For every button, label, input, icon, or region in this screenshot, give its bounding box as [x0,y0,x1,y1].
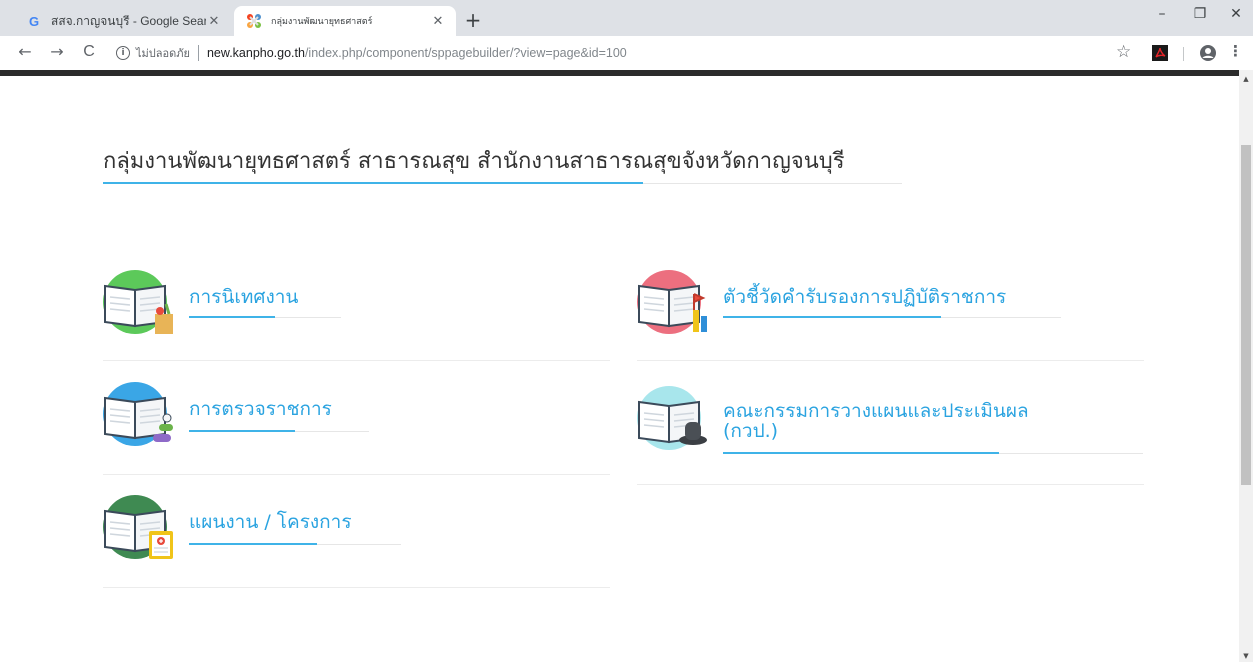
scroll-down-icon[interactable]: ▼ [1239,650,1253,662]
item-label[interactable]: การนิเทศงาน [189,286,298,308]
forward-button[interactable]: → [46,41,68,63]
profile-icon[interactable] [1199,44,1217,62]
book-groceries-icon [103,270,173,334]
new-tab-button[interactable]: + [460,8,486,34]
tab-close-icon[interactable]: ✕ [206,14,222,29]
close-window-button[interactable]: ✕ [1224,6,1248,30]
address-bar[interactable]: i ไม่ปลอดภัย new.kanpho.go.th/index.php/… [102,39,1147,67]
row-divider [103,587,610,588]
item-label[interactable]: การตรวจราชการ [189,398,332,420]
item-divider-accent [189,543,317,545]
item-label-line1[interactable]: คณะกรรมการวางแผนและประเมินผล [723,400,1029,422]
scroll-up-icon[interactable]: ▲ [1239,72,1253,86]
item-divider-accent [189,316,275,318]
tab-strip: G สสจ.กาญจนบุรี - Google Search ✕ กลุ่มง… [0,0,1253,36]
toolbar-separator [1183,47,1184,61]
url-path: /index.php/component/sppagebuilder/?view… [304,46,627,60]
row-divider [103,360,610,361]
item-label[interactable]: แผนงาน / โครงการ [189,511,352,533]
row-divider [637,360,1144,361]
info-icon[interactable]: i [116,46,130,60]
item-divider-accent [723,316,941,318]
reload-button[interactable]: C [78,41,100,63]
svg-text:G: G [29,14,39,28]
joomla-icon [246,13,262,29]
item-divider-accent [189,430,295,432]
browser-menu-icon[interactable]: ⋮ [1228,42,1243,60]
url-separator [197,45,199,61]
restore-button[interactable]: ❐ [1188,6,1212,30]
row-divider [637,484,1144,485]
title-divider-accent [103,182,643,184]
row-divider [103,474,610,475]
tab-close-icon[interactable]: ✕ [430,14,446,29]
item-divider-accent [723,452,999,454]
security-label: ไม่ปลอดภัย [136,48,190,60]
book-hat-icon [637,386,707,450]
tab-google-search[interactable]: G สสจ.กาญจนบุรี - Google Search ✕ [14,6,232,36]
back-button[interactable]: ← [14,41,36,63]
item-label-line2[interactable]: (กวป.) [723,420,778,442]
site-top-bar [0,70,1239,76]
book-clipboard-icon [103,495,173,559]
book-pills-icon [103,382,173,446]
minimize-button[interactable]: – [1150,6,1174,30]
url-host: new.kanpho.go.th [206,46,305,60]
page-title: กลุ่มงานพัฒนายุทธศาสตร์ สาธารณสุข สำนักง… [103,149,845,174]
browser-toolbar: ← → C i ไม่ปลอดภัย new.kanpho.go.th/inde… [0,36,1253,70]
acrobat-extension-icon[interactable] [1152,45,1168,61]
google-g-icon: G [26,13,42,29]
tab-active-page[interactable]: กลุ่มงานพัฒนายุทธศาสตร์ ✕ [234,6,456,36]
scrollbar-thumb[interactable] [1241,145,1251,485]
tab-title: กลุ่มงานพัฒนายุทธศาสตร์ [271,16,373,26]
bookmark-star-icon[interactable]: ☆ [1116,42,1131,62]
tab-title: สสจ.กาญจนบุรี - Google Search [51,13,206,28]
item-label[interactable]: ตัวชี้วัดคำรับรองการปฏิบัติราชการ [723,286,1006,308]
book-flag-icon [637,270,707,334]
